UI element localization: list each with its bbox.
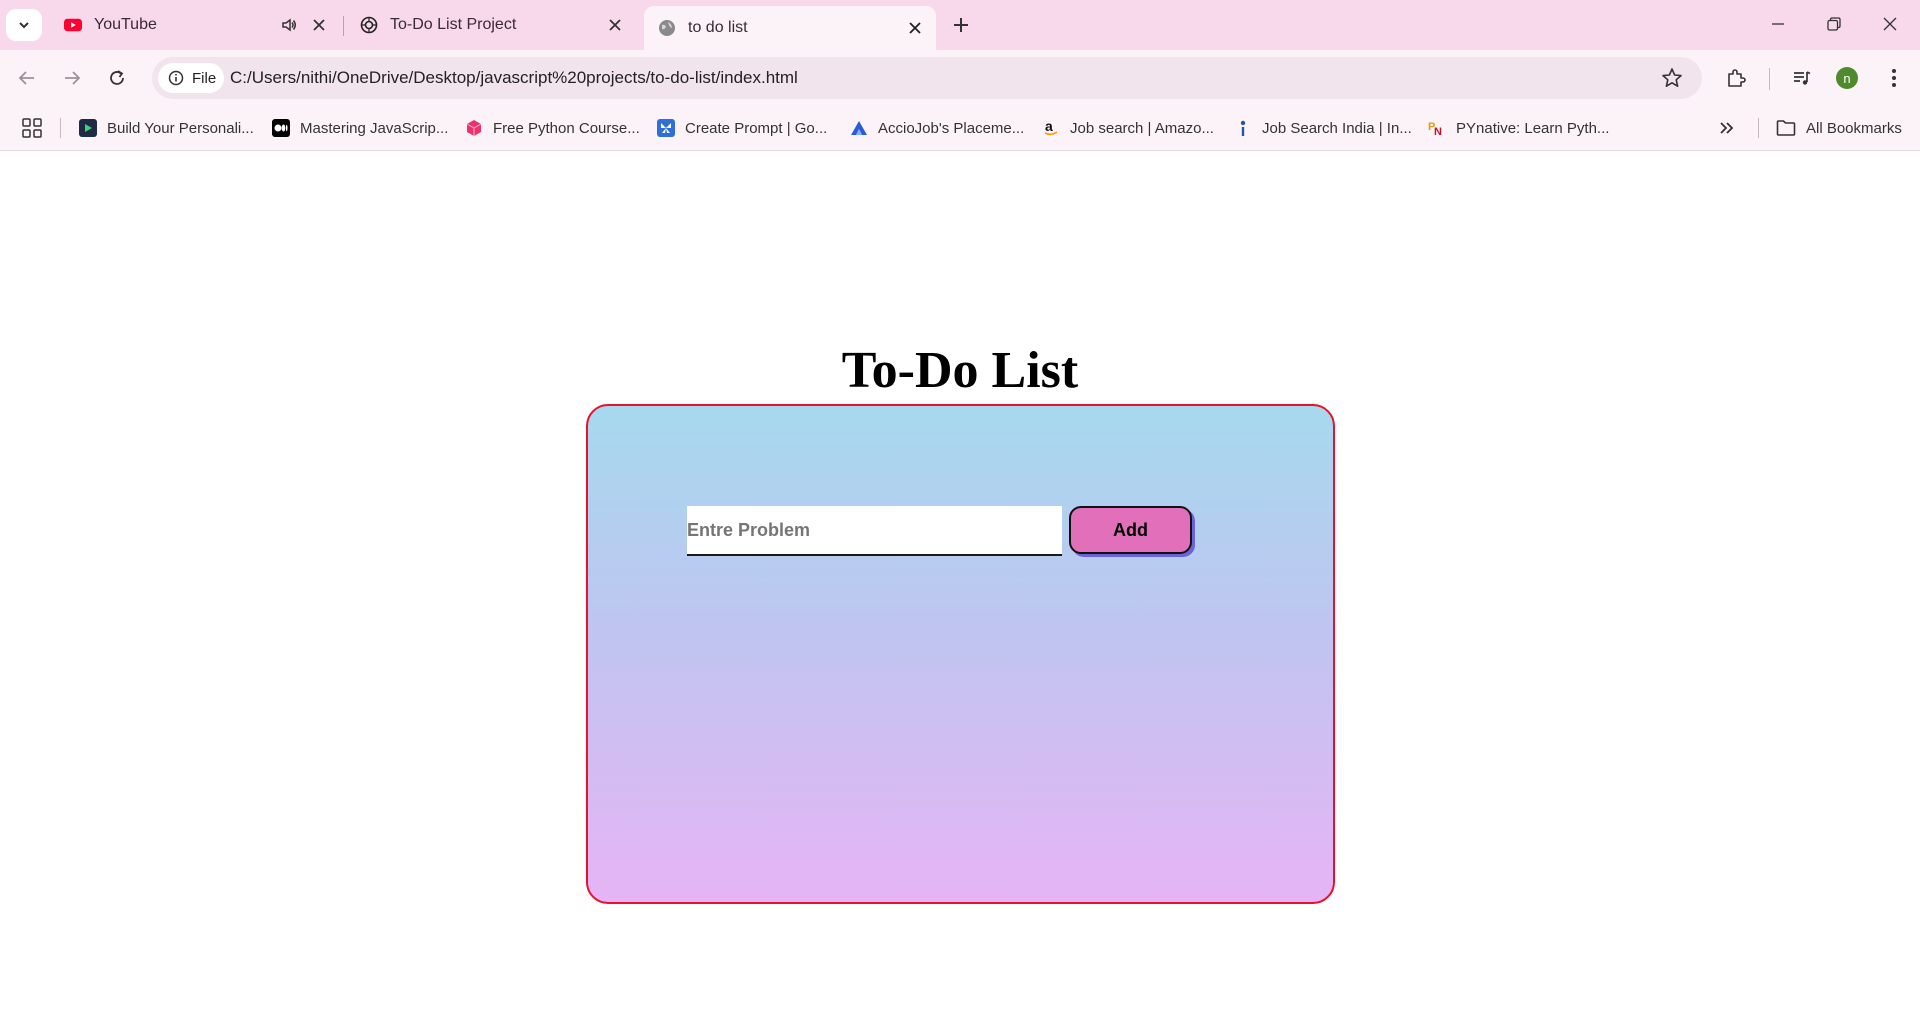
speaker-icon[interactable] xyxy=(278,14,300,36)
bookmark-item[interactable]: Mastering JavaScrip... xyxy=(272,114,448,142)
bookmark-label: Job search | Amazo... xyxy=(1070,119,1214,137)
bookmark-item[interactable]: Build Your Personali... xyxy=(79,114,254,142)
add-button[interactable]: Add xyxy=(1069,506,1192,554)
svg-text:a: a xyxy=(1045,119,1053,134)
arrow-right-icon xyxy=(65,71,81,85)
close-icon[interactable] xyxy=(904,17,926,39)
menu-button[interactable] xyxy=(1881,65,1907,91)
butterfly-icon xyxy=(657,119,675,137)
svg-text:N: N xyxy=(1434,126,1442,137)
minimize-icon xyxy=(1772,23,1784,25)
youtube-icon xyxy=(64,16,82,34)
bookmark-item[interactable]: Create Prompt | Go... xyxy=(657,114,827,142)
amazon-icon: a xyxy=(1042,119,1060,137)
close-window-button[interactable] xyxy=(1862,0,1918,48)
task-input[interactable] xyxy=(687,506,1062,556)
apps-grid-icon[interactable] xyxy=(22,118,42,138)
bookmark-label: Mastering JavaScrip... xyxy=(300,119,449,137)
todo-card: Add xyxy=(586,404,1335,904)
bookmark-label: PYnative: Learn Pyth... xyxy=(1456,119,1610,137)
chevron-down-icon xyxy=(19,22,29,29)
puzzle-icon xyxy=(1728,69,1746,87)
reload-button[interactable] xyxy=(100,61,134,95)
profile-avatar[interactable]: n xyxy=(1836,67,1858,89)
bookmark-label: Build Your Personali... xyxy=(107,119,254,137)
extensions-button[interactable] xyxy=(1723,65,1749,91)
minimize-button[interactable] xyxy=(1750,0,1806,48)
bookmark-divider xyxy=(1758,118,1759,138)
tab-title: To-Do List Project xyxy=(390,16,517,33)
site-info-chip[interactable]: File xyxy=(158,63,224,93)
back-button[interactable] xyxy=(10,61,44,95)
pynative-icon: PN xyxy=(1428,119,1446,137)
site-chip-label: File xyxy=(192,69,217,87)
tab-youtube[interactable]: YouTube xyxy=(50,8,340,42)
tab-divider xyxy=(343,16,344,36)
forward-button[interactable] xyxy=(55,61,89,95)
arrow-left-icon xyxy=(18,71,34,85)
media-controls-button[interactable] xyxy=(1789,65,1815,91)
play-icon xyxy=(79,119,97,137)
bookmark-label: Create Prompt | Go... xyxy=(685,119,828,137)
close-icon[interactable] xyxy=(604,14,626,36)
toolbar-divider xyxy=(1769,68,1770,90)
url-text[interactable]: C:/Users/nithi/OneDrive/Desktop/javascri… xyxy=(230,68,798,88)
bookmarks-bar: Build Your Personali... Mastering JavaSc… xyxy=(0,106,1920,151)
kebab-menu-icon xyxy=(1892,69,1896,87)
all-bookmarks-button[interactable]: All Bookmarks xyxy=(1776,114,1902,142)
bookmark-item[interactable]: Free Python Course... xyxy=(465,114,640,142)
reload-icon xyxy=(110,70,124,85)
bookmark-divider xyxy=(60,118,61,138)
info-icon xyxy=(168,70,184,86)
close-icon[interactable] xyxy=(308,14,330,36)
close-icon xyxy=(1883,17,1897,31)
bookmark-label: AccioJob's Placeme... xyxy=(878,119,1025,137)
star-icon[interactable] xyxy=(1660,66,1684,90)
restore-icon xyxy=(1827,17,1841,31)
openai-icon xyxy=(360,16,378,34)
medium-icon xyxy=(272,119,290,137)
globe-icon xyxy=(658,19,676,37)
playlist-icon xyxy=(1794,71,1811,85)
bookmark-label: Free Python Course... xyxy=(493,119,640,137)
address-bar[interactable]: File C:/Users/nithi/OneDrive/Desktop/jav… xyxy=(152,57,1702,99)
tab-title: YouTube xyxy=(94,16,157,33)
bookmark-item[interactable]: Job Search India | In... xyxy=(1234,114,1412,142)
accio-icon xyxy=(850,119,868,137)
all-bookmarks-label: All Bookmarks xyxy=(1806,119,1902,137)
cube-icon xyxy=(465,119,483,137)
folder-icon xyxy=(1776,120,1796,136)
indeed-icon xyxy=(1234,119,1252,137)
bookmark-item[interactable]: PN PYnative: Learn Pyth... xyxy=(1428,114,1609,142)
tab-search-button[interactable] xyxy=(6,9,42,41)
page-title: To-Do List xyxy=(841,342,1079,399)
restore-button[interactable] xyxy=(1806,0,1862,48)
chevron-double-right-icon[interactable] xyxy=(1716,117,1738,139)
tab-to-do-list[interactable]: to do list xyxy=(644,6,936,50)
tab-title: to do list xyxy=(688,19,748,36)
plus-icon xyxy=(954,18,968,32)
tab-todo-project[interactable]: To-Do List Project xyxy=(346,8,636,42)
tab-strip: YouTube To-Do List Project to do list xyxy=(0,0,1920,50)
bookmark-item[interactable]: a Job search | Amazo... xyxy=(1042,114,1214,142)
bookmark-label: Job Search India | In... xyxy=(1262,119,1412,137)
browser-toolbar: File C:/Users/nithi/OneDrive/Desktop/jav… xyxy=(0,50,1920,106)
bookmark-item[interactable]: AccioJob's Placeme... xyxy=(850,114,1024,142)
new-tab-button[interactable] xyxy=(947,11,975,39)
page-viewport: To-Do List Add xyxy=(0,151,1920,1020)
